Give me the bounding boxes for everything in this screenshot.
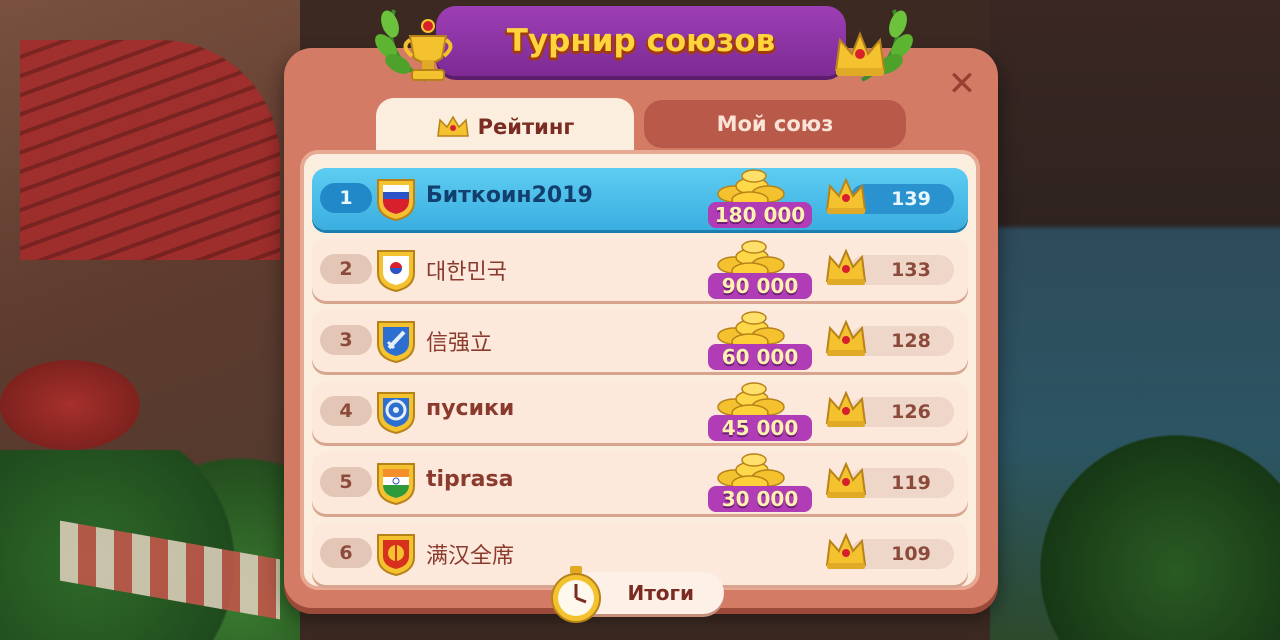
close-button[interactable]: ✕	[940, 64, 984, 104]
table-row[interactable]: 1 Биткоин2019 180 000 139	[312, 168, 968, 230]
table-row[interactable]: 4 пусики 45 000 126	[312, 381, 968, 443]
table-row[interactable]: 3 信强立 60 000 128	[312, 310, 968, 372]
title-banner: Турнир союзов	[436, 6, 846, 76]
flag-south-korea-icon	[377, 250, 415, 293]
flag-india-icon	[377, 463, 415, 506]
crown-icon	[436, 115, 469, 137]
rank-badge: 5	[320, 467, 372, 497]
alliance-name: 대한민국	[426, 260, 507, 285]
crown-icon	[825, 461, 867, 498]
rank-badge: 1	[320, 183, 372, 213]
reward-amount: 180 000	[708, 202, 812, 228]
crown-icon	[825, 177, 867, 214]
reward-amount: 90 000	[708, 273, 812, 299]
rank-badge: 3	[320, 325, 372, 355]
crown-icon	[825, 532, 867, 569]
rank-badge: 2	[320, 254, 372, 284]
red-staircase	[20, 40, 280, 260]
flag-russia-icon	[377, 179, 415, 222]
round-rug	[0, 360, 140, 450]
crown-icon	[825, 319, 867, 356]
reward-amount: 60 000	[708, 344, 812, 370]
alliance-name: пусики	[426, 396, 515, 421]
reward-amount: 45 000	[708, 415, 812, 441]
sword-emblem-icon	[377, 321, 415, 364]
stopwatch-icon	[551, 566, 601, 623]
golden-crown-icon	[834, 31, 886, 76]
rank-badge: 4	[320, 396, 372, 426]
rank-badge: 6	[320, 538, 372, 568]
results-label: Итоги	[627, 581, 694, 605]
garden-tree	[1020, 410, 1280, 640]
target-emblem-icon	[377, 392, 415, 435]
reward-amount: 30 000	[708, 486, 812, 512]
dialog-title: Турнир союзов	[506, 23, 776, 59]
tab-my-alliance[interactable]: Мой союз	[644, 100, 906, 148]
alliance-name: tiprasa	[426, 467, 514, 492]
crown-icon	[825, 390, 867, 427]
tab-rating[interactable]: Рейтинг	[376, 98, 634, 156]
alliance-name: Биткоин2019	[426, 183, 593, 208]
alliance-name: 信强立	[426, 331, 493, 356]
table-row[interactable]: 5 tiprasa 30 000 119	[312, 452, 968, 514]
alliance-name: 满汉全席	[426, 544, 515, 569]
fruit-emblem-icon	[377, 534, 415, 577]
table-row[interactable]: 2 대한민국 90 000 133	[312, 239, 968, 301]
golden-cup-icon	[403, 19, 453, 81]
tab-rating-label: Рейтинг	[477, 115, 575, 139]
tab-my-alliance-label: Мой союз	[716, 112, 834, 136]
crown-icon	[825, 248, 867, 285]
